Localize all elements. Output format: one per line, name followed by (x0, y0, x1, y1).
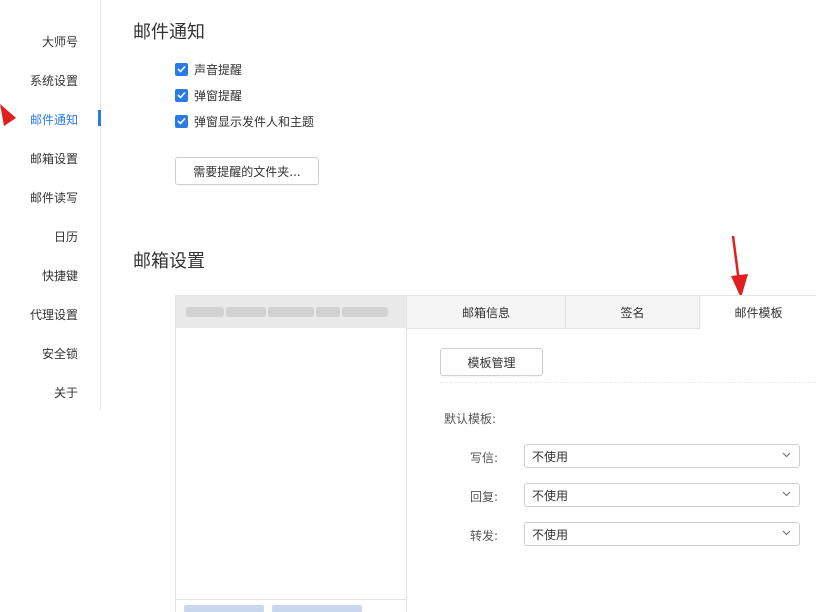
sidebar-item-mailbox-settings[interactable]: 邮箱设置 (30, 150, 78, 167)
redacted-account-name (342, 307, 388, 317)
default-template-label: 默认模板: (444, 412, 497, 426)
redacted-account-name (186, 307, 224, 317)
settings-window: 大师号 系统设置 邮件通知 邮箱设置 邮件读写 日历 快捷键 代理设置 安全锁 … (0, 0, 816, 612)
red-arrow-icon (0, 104, 16, 126)
sidebar-item-about[interactable]: 关于 (54, 384, 78, 401)
sidebar-item-proxy-settings[interactable]: 代理设置 (30, 306, 78, 323)
sound-alert-label: 声音提醒 (194, 62, 243, 77)
divider (440, 382, 816, 383)
account-list (176, 296, 407, 612)
mailbox-section-title: 邮箱设置 (133, 251, 205, 272)
forward-template-value: 不使用 (532, 527, 569, 542)
compose-template-select[interactable]: 不使用 (524, 444, 800, 468)
redacted-account-name (316, 307, 340, 317)
sound-alert-checkbox[interactable]: 声音提醒 (175, 61, 242, 77)
mailbox-tabs: 邮箱信息 签名 邮件模板 (407, 296, 816, 329)
forward-template-label: 转发: (470, 529, 499, 543)
compose-template-value: 不使用 (532, 449, 569, 464)
reply-template-value: 不使用 (532, 488, 569, 503)
account-list-item[interactable] (176, 296, 406, 328)
notification-section-title: 邮件通知 (133, 22, 205, 43)
tab-signature[interactable]: 签名 (566, 296, 700, 328)
popup-show-sender-subject-checkbox[interactable]: 弹窗显示发件人和主题 (175, 113, 314, 129)
redacted-footer-link[interactable] (184, 605, 264, 612)
template-manage-button[interactable]: 模板管理 (440, 348, 543, 376)
reply-template-label: 回复: (470, 490, 499, 504)
redacted-account-name (226, 307, 266, 317)
reply-template-select[interactable]: 不使用 (524, 483, 800, 507)
folders-to-notify-button[interactable]: 需要提醒的文件夹... (175, 157, 319, 185)
redacted-footer-link[interactable] (272, 605, 362, 612)
sidebar-item-security-lock[interactable]: 安全锁 (42, 345, 78, 362)
redacted-account-name (268, 307, 314, 317)
sidebar-item-system-settings[interactable]: 系统设置 (30, 72, 78, 89)
sidebar-item-shortcuts[interactable]: 快捷键 (42, 267, 78, 284)
sidebar-item-master-account[interactable]: 大师号 (42, 33, 78, 50)
chevron-down-icon (782, 452, 791, 458)
popup-alert-checkbox[interactable]: 弹窗提醒 (175, 87, 242, 103)
red-arrow-icon (731, 236, 748, 298)
sidebar-item-mail-read-write[interactable]: 邮件读写 (30, 189, 78, 206)
settings-sidebar: 大师号 系统设置 邮件通知 邮箱设置 邮件读写 日历 快捷键 代理设置 安全锁 … (0, 0, 101, 410)
sidebar-item-mail-notification[interactable]: 邮件通知 (30, 111, 78, 128)
chevron-down-icon (782, 530, 791, 536)
check-icon (175, 114, 188, 128)
check-icon (175, 88, 188, 102)
chevron-down-icon (782, 491, 791, 497)
tab-mail-template[interactable]: 邮件模板 (700, 296, 816, 329)
sidebar-active-indicator (98, 110, 101, 126)
check-icon (175, 62, 188, 76)
sidebar-item-calendar[interactable]: 日历 (54, 228, 78, 245)
popup-show-sender-subject-label: 弹窗显示发件人和主题 (194, 114, 315, 129)
account-list-footer (176, 599, 406, 612)
tab-mailbox-info[interactable]: 邮箱信息 (407, 296, 566, 328)
popup-alert-label: 弹窗提醒 (194, 88, 243, 103)
compose-template-label: 写信: (470, 451, 499, 465)
forward-template-select[interactable]: 不使用 (524, 522, 800, 546)
